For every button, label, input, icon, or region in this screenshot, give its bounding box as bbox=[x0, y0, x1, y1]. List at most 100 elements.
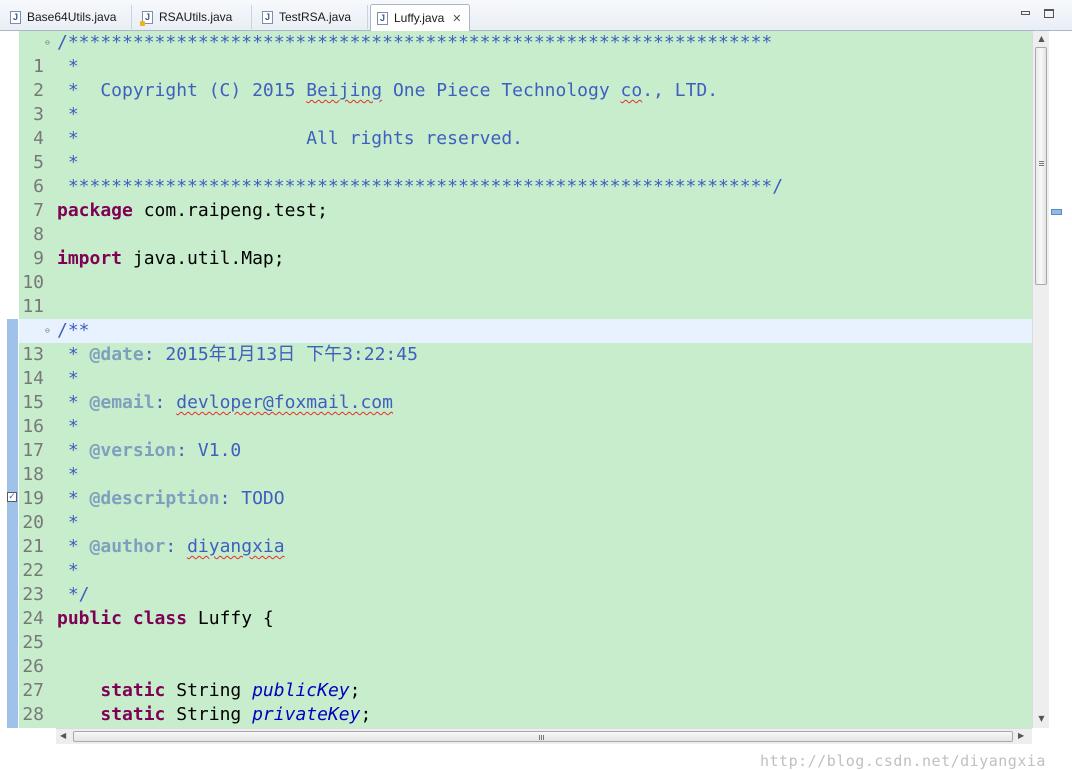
scroll-left-icon[interactable]: ◀ bbox=[60, 731, 66, 740]
tab-luffy[interactable]: J Luffy.java ✕ bbox=[370, 4, 470, 31]
code-text: * @email: devloper@foxmail.com bbox=[57, 391, 393, 415]
code-line: 2 * bbox=[19, 55, 1032, 101]
code-token: : bbox=[165, 536, 188, 557]
grip-line bbox=[1039, 161, 1044, 162]
code-line: 14 * @date: 2015年1月13日 下午3:22:45 bbox=[19, 343, 1032, 389]
code-line: 19 * bbox=[19, 463, 1032, 509]
code-line-current: 13 ⊖ /** bbox=[19, 319, 1032, 365]
keyword-token: static bbox=[100, 680, 166, 701]
java-file-warning-icon: J bbox=[140, 10, 153, 26]
horizontal-scrollbar[interactable]: ◀ ▶ bbox=[56, 728, 1032, 744]
spelling-error-token: diyangxia bbox=[187, 536, 285, 557]
field-token: privateKey bbox=[252, 704, 361, 725]
tab-label: TestRSA.java bbox=[279, 10, 352, 24]
keyword-token: package bbox=[57, 200, 133, 221]
fold-collapse-icon[interactable]: ⊖ bbox=[45, 39, 50, 47]
keyword-token: class bbox=[132, 608, 188, 629]
code-text: * bbox=[57, 368, 79, 389]
code-line: 26 bbox=[19, 631, 1032, 677]
code-line: 28 static String publicKey; bbox=[19, 679, 1032, 725]
code-text: public class Luffy { bbox=[57, 607, 274, 631]
code-token: * bbox=[57, 392, 90, 413]
code-line: 3 * Copyright (C) 2015 Beijing One Piece… bbox=[19, 79, 1032, 125]
tab-rsautils[interactable]: J RSAUtils.java bbox=[136, 5, 252, 29]
javadoc-tag-token: @version bbox=[89, 440, 177, 461]
code-text: * All rights reserved. bbox=[57, 128, 523, 149]
close-icon[interactable]: ✕ bbox=[452, 12, 461, 25]
code-line: 29 static String privateKey; bbox=[19, 703, 1032, 727]
code-token: java.util.Map; bbox=[122, 248, 285, 269]
code-text: * bbox=[57, 104, 79, 125]
overview-marker[interactable] bbox=[1051, 209, 1062, 215]
grip-line bbox=[543, 735, 544, 740]
code-token: * bbox=[57, 536, 90, 557]
code-token: String bbox=[165, 680, 253, 701]
code-token: com.raipeng.test; bbox=[132, 200, 328, 221]
code-token: * bbox=[57, 440, 90, 461]
javadoc-tag-token: @date bbox=[89, 344, 144, 365]
code-line: 27 bbox=[19, 655, 1032, 701]
field-token: publicKey bbox=[252, 680, 350, 701]
code-text: * @date: 2015年1月13日 下午3:22:45 bbox=[57, 343, 418, 367]
code-text: * bbox=[57, 416, 79, 437]
code-text: * bbox=[57, 560, 79, 581]
code-line: 11 bbox=[19, 271, 1032, 317]
tab-label: Luffy.java bbox=[394, 11, 445, 25]
scroll-up-icon[interactable]: ▲ bbox=[1033, 34, 1050, 44]
code-editor[interactable]: ✓ 1 ⊖ /*********************************… bbox=[0, 31, 1072, 770]
javadoc-tag-token: @email bbox=[89, 392, 155, 413]
code-text: * bbox=[57, 56, 79, 77]
code-line: 20 * @description: TODO bbox=[19, 487, 1032, 533]
code-token: : 2015年1月13日 下午3:22:45 bbox=[143, 344, 418, 365]
overview-ruler[interactable] bbox=[1049, 31, 1072, 728]
grip-line bbox=[539, 735, 540, 740]
spelling-error-token: Beijing bbox=[306, 80, 383, 101]
grip-line bbox=[1039, 165, 1044, 166]
code-token: String bbox=[165, 704, 253, 725]
code-line: 16 * @email: devloper@foxmail.com bbox=[19, 391, 1032, 437]
watermark-text: http://blog.csdn.net/diyangxia bbox=[760, 752, 1046, 770]
minimize-button[interactable] bbox=[1021, 11, 1030, 15]
code-text: */ bbox=[57, 584, 90, 605]
tab-base64utils[interactable]: J Base64Utils.java bbox=[4, 5, 132, 29]
code-text-area[interactable]: 1 ⊖ /***********************************… bbox=[19, 31, 1032, 728]
scroll-down-icon[interactable]: ▼ bbox=[1033, 714, 1050, 724]
horizontal-scroll-thumb[interactable] bbox=[73, 731, 1013, 742]
code-text: package com.raipeng.test; bbox=[57, 199, 328, 223]
vertical-scrollbar[interactable]: ▲ ▼ bbox=[1032, 31, 1049, 728]
keyword-token: public bbox=[57, 608, 123, 629]
code-text: import java.util.Map; bbox=[57, 247, 285, 271]
code-token: ; bbox=[360, 704, 372, 725]
editor-tab-bar: J Base64Utils.java J RSAUtils.java J Tes… bbox=[0, 0, 1072, 31]
code-text: * bbox=[57, 464, 79, 485]
java-file-icon: J bbox=[262, 10, 273, 24]
code-token: : V1.0 bbox=[176, 440, 242, 461]
scroll-right-icon[interactable]: ▶ bbox=[1018, 731, 1024, 740]
code-line: 25 public class Luffy { bbox=[19, 607, 1032, 653]
task-marker-icon[interactable]: ✓ bbox=[7, 492, 17, 502]
code-line: 24 */ bbox=[19, 583, 1032, 629]
code-line: 17 * bbox=[19, 415, 1032, 461]
code-token: One Piece Technology bbox=[382, 80, 621, 101]
keyword-token: import bbox=[57, 248, 123, 269]
maximize-button[interactable] bbox=[1044, 9, 1054, 18]
code-text: ****************************************… bbox=[57, 176, 784, 197]
java-file-icon: J bbox=[10, 10, 21, 24]
vertical-scroll-thumb[interactable] bbox=[1035, 47, 1047, 285]
code-line: 7 **************************************… bbox=[19, 175, 1032, 221]
code-text: * Copyright (C) 2015 Beijing One Piece T… bbox=[57, 79, 718, 103]
spelling-error-token: co bbox=[620, 80, 643, 101]
grip-line bbox=[1039, 163, 1044, 164]
code-token: Luffy { bbox=[187, 608, 274, 629]
code-text: /***************************************… bbox=[57, 32, 773, 53]
code-text: static String privateKey; bbox=[57, 703, 371, 727]
code-line: 21 * bbox=[19, 511, 1032, 557]
fold-collapse-icon[interactable]: ⊖ bbox=[45, 327, 50, 335]
code-text: static String publicKey; bbox=[57, 679, 360, 703]
code-token: ., LTD. bbox=[642, 80, 719, 101]
tab-testrsa[interactable]: J TestRSA.java bbox=[256, 5, 368, 29]
code-text: * @version: V1.0 bbox=[57, 439, 241, 463]
code-line: 8 package com.raipeng.test; bbox=[19, 199, 1032, 245]
